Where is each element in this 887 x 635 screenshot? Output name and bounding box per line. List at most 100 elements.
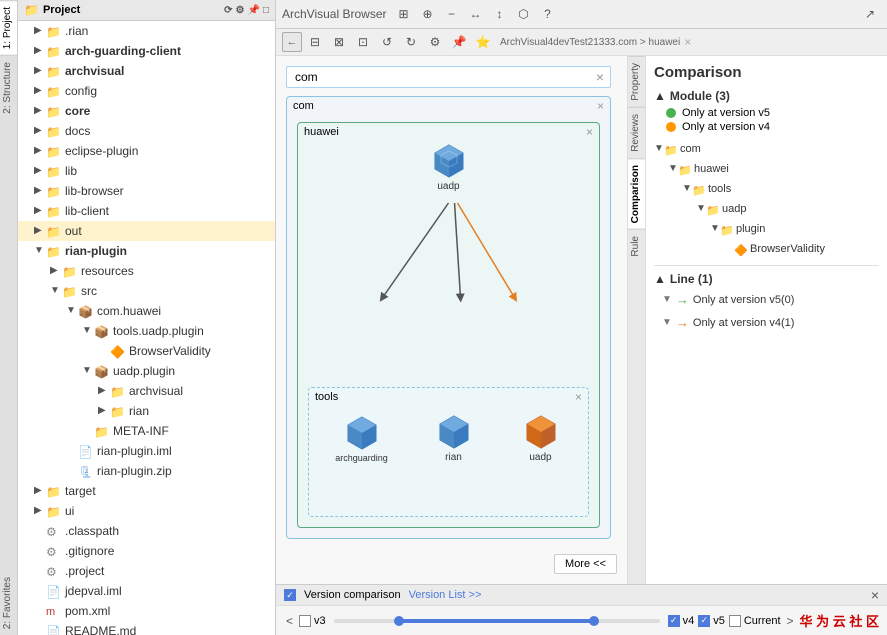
- tree-item-arch-guarding-client[interactable]: ▶ 📁 arch-guarding-client: [18, 41, 275, 61]
- module-uadp-tools[interactable]: uadp: [516, 414, 566, 463]
- v3-checkbox-box[interactable]: [299, 615, 311, 627]
- module-section-header[interactable]: ▲ Module (3): [654, 89, 879, 103]
- version-v3-checkbox[interactable]: v3: [299, 615, 326, 627]
- tree-item-jdepval-iml[interactable]: 📄 jdepval.iml: [18, 581, 275, 601]
- rtree-uadp[interactable]: ▼ 📁 uadp: [654, 199, 879, 219]
- tree-item-readme[interactable]: 📄 README.md: [18, 621, 275, 635]
- line-section-header[interactable]: ▲ Line (1): [654, 272, 879, 286]
- module-archguarding[interactable]: archguarding: [332, 415, 392, 463]
- tool-8[interactable]: ⭐: [472, 31, 494, 53]
- line-chevron-icon: ▲: [654, 272, 666, 286]
- outer-node-close[interactable]: ×: [597, 99, 604, 113]
- tree-item-uadp-plugin[interactable]: ▼ 📦 uadp.plugin: [18, 361, 275, 381]
- toolbar-close[interactable]: ↗: [859, 3, 881, 25]
- tree-item-eclipse-plugin[interactable]: ▶ 📁 eclipse-plugin: [18, 141, 275, 161]
- sidebar-tab-project[interactable]: 1: Project: [0, 0, 17, 55]
- inner-node-close[interactable]: ×: [586, 125, 593, 139]
- version-slider[interactable]: [334, 619, 660, 623]
- rtree-tools[interactable]: ▼ 📁 tools: [654, 179, 879, 199]
- tree-item-rian-plugin-iml[interactable]: 📄 rian-plugin.iml: [18, 441, 275, 461]
- tab-reviews[interactable]: Reviews: [628, 107, 645, 158]
- v4-thumb[interactable]: [394, 616, 404, 626]
- tree-item-ui[interactable]: ▶ 📁 ui: [18, 501, 275, 521]
- tool-7[interactable]: 📌: [448, 31, 470, 53]
- tree-item-com-huawei[interactable]: ▼ 📦 com.huawei: [18, 301, 275, 321]
- tree-item-rian-plugin-zip[interactable]: 🗜 rian-plugin.zip: [18, 461, 275, 481]
- tree-item-rian-plugin[interactable]: ▼ 📁 rian-plugin: [18, 241, 275, 261]
- module-uadp-top[interactable]: uadp: [419, 143, 479, 192]
- version-bar-close-button[interactable]: ×: [871, 588, 879, 602]
- search-input[interactable]: [295, 70, 586, 84]
- tool-3[interactable]: ⊡: [352, 31, 374, 53]
- tool-2[interactable]: ⊠: [328, 31, 350, 53]
- v5-checkbox-box[interactable]: ✓: [698, 615, 710, 627]
- rtree-huawei[interactable]: ▼ 📁 huawei: [654, 159, 879, 179]
- current-checkbox-box[interactable]: [729, 615, 741, 627]
- tools-close[interactable]: ×: [575, 390, 582, 404]
- tree-item-rian[interactable]: ▶ 📁 .rian: [18, 21, 275, 41]
- search-close-icon[interactable]: ×: [596, 69, 604, 85]
- breadcrumb-close[interactable]: ×: [684, 35, 691, 49]
- version-v4-checkbox[interactable]: ✓ v4: [668, 615, 695, 627]
- cube-blue-icon-rian: [436, 414, 472, 450]
- toolbar-btn-4[interactable]: ↔: [464, 3, 486, 25]
- tree-item-project[interactable]: ⚙ .project: [18, 561, 275, 581]
- tree-item-meta-inf[interactable]: 📁 META-INF: [18, 421, 275, 441]
- version-nav-left[interactable]: <: [284, 614, 295, 628]
- tree-item-archvisual[interactable]: ▶ 📁 archvisual: [18, 61, 275, 81]
- version-current-checkbox[interactable]: Current: [729, 615, 781, 627]
- tree-item-docs[interactable]: ▶ 📁 docs: [18, 121, 275, 141]
- v4-checkbox-box[interactable]: ✓: [668, 615, 680, 627]
- v5-thumb[interactable]: [589, 616, 599, 626]
- module-rian[interactable]: rian: [429, 414, 479, 463]
- tree-item-tools-uadp-plugin[interactable]: ▼ 📦 tools.uadp.plugin: [18, 321, 275, 341]
- tree-item-archvisual2[interactable]: ▶ 📁 archvisual: [18, 381, 275, 401]
- rtree-com[interactable]: ▼ 📁 com: [654, 139, 879, 159]
- pin-icon[interactable]: 📌: [248, 5, 260, 16]
- tab-rule[interactable]: Rule: [628, 229, 645, 263]
- tree-item-src[interactable]: ▼ 📁 src: [18, 281, 275, 301]
- tab-property[interactable]: Property: [628, 56, 645, 107]
- tree-item-lib[interactable]: ▶ 📁 lib: [18, 161, 275, 181]
- tree-item-core[interactable]: ▶ 📁 core: [18, 101, 275, 121]
- tool-4[interactable]: ↺: [376, 31, 398, 53]
- version-v5-checkbox[interactable]: ✓ v5: [698, 615, 725, 627]
- settings-icon[interactable]: ⚙: [236, 5, 245, 16]
- tree-item-out[interactable]: ▶ 📁 out: [18, 221, 275, 241]
- maximize-icon[interactable]: □: [263, 5, 269, 16]
- tree-item-lib-browser[interactable]: ▶ 📁 lib-browser: [18, 181, 275, 201]
- tree-item-rian2[interactable]: ▶ 📁 rian: [18, 401, 275, 421]
- tree-item-resources[interactable]: ▶ 📁 resources: [18, 261, 275, 281]
- tree-item-browser-validity[interactable]: 🔶 BrowserValidity: [18, 341, 275, 361]
- rtree-browser-validity[interactable]: 🔶 BrowserValidity: [654, 239, 879, 259]
- toolbar-btn-help[interactable]: ?: [536, 3, 558, 25]
- tree-item-pom-xml[interactable]: m pom.xml: [18, 601, 275, 621]
- rtree-plugin[interactable]: ▼ 📁 plugin: [654, 219, 879, 239]
- nav-back[interactable]: ←: [282, 32, 302, 52]
- sidebar-tab-structure[interactable]: 2: Structure: [0, 55, 17, 120]
- version-nav-right[interactable]: >: [785, 614, 796, 628]
- sync-icon[interactable]: ⟳: [224, 5, 232, 16]
- toolbar-btn-6[interactable]: ⬡: [512, 3, 534, 25]
- version-list-button[interactable]: Version List >>: [409, 589, 482, 601]
- tab-comparison[interactable]: Comparison: [628, 158, 645, 229]
- toolbar-btn-2[interactable]: ⊕: [416, 3, 438, 25]
- legend-v5: Only at version v5: [666, 107, 879, 119]
- cube-blue-icon-uadp: [431, 143, 467, 179]
- tree-item-classpath[interactable]: ⚙ .classpath: [18, 521, 275, 541]
- toolbar-btn-1[interactable]: ⊞: [392, 3, 414, 25]
- more-button[interactable]: More <<: [554, 554, 617, 574]
- toolbar-btn-3[interactable]: −: [440, 3, 462, 25]
- toolbar-btn-5[interactable]: ↕: [488, 3, 510, 25]
- tree-item-config[interactable]: ▶ 📁 config: [18, 81, 275, 101]
- line-item-v5[interactable]: ▼ → Only at version v5(0): [654, 290, 879, 309]
- tree-item-target[interactable]: ▶ 📁 target: [18, 481, 275, 501]
- toolbar-title: ArchVisual Browser: [282, 7, 386, 21]
- sidebar-tab-favorites[interactable]: 2: Favorites: [0, 571, 17, 635]
- tool-6[interactable]: ⚙: [424, 31, 446, 53]
- tool-5[interactable]: ↻: [400, 31, 422, 53]
- tree-item-lib-client[interactable]: ▶ 📁 lib-client: [18, 201, 275, 221]
- tool-1[interactable]: ⊟: [304, 31, 326, 53]
- tree-item-gitignore[interactable]: ⚙ .gitignore: [18, 541, 275, 561]
- line-item-v4[interactable]: ▼ → Only at version v4(1): [654, 313, 879, 332]
